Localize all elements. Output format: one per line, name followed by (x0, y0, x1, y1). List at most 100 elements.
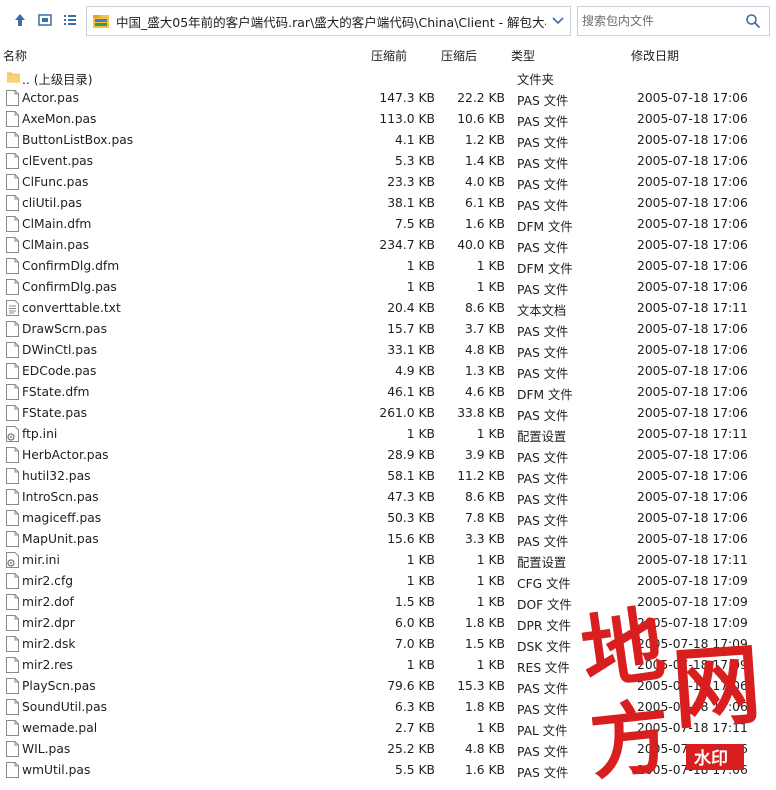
file-row[interactable]: mir2.dpr 6.0 KB 1.8 KB DPR 文件 2005-07-18 17:… (0, 613, 776, 634)
file-name: wmUtil.pas (22, 763, 91, 777)
file-row[interactable]: hutil32.pas 58.1 KB 11.2 KB PAS 文件 2005-07-1… (0, 466, 776, 487)
file-modified-date: 2005-07-18 17:06 (637, 343, 748, 357)
file-name: SoundUtil.pas (22, 700, 108, 714)
file-row[interactable]: FState.pas 261.0 KB 33.8 KB PAS 文件 2005-07-1… (0, 403, 776, 424)
arrow-up-icon[interactable] (8, 8, 32, 32)
list-icon[interactable] (58, 8, 82, 32)
file-row[interactable]: .. (上级目录) 文件夹 (0, 67, 776, 88)
file-row[interactable]: mir.ini 1 KB 1 KB 配置设置 2005-07-18 17:11 (0, 550, 776, 571)
view-icon[interactable] (33, 8, 57, 32)
file-modified-date: 2005-07-18 17:09 (637, 616, 748, 630)
file-original-size: 50.3 KB (387, 511, 435, 525)
file-name: WIL.pas (22, 742, 71, 756)
file-original-size: 33.1 KB (387, 343, 435, 357)
file-type: 文件夹 (517, 73, 554, 87)
file-original-size: 23.3 KB (387, 175, 435, 189)
file-name: mir2.res (22, 658, 73, 672)
file-icon (6, 489, 19, 505)
file-row[interactable]: Actor.pas 147.3 KB 22.2 KB PAS 文件 2005-07-18… (0, 88, 776, 109)
file-original-size: 7.5 KB (395, 217, 435, 231)
search-icon[interactable] (739, 13, 767, 29)
file-name: magiceff.pas (22, 511, 102, 525)
file-modified-date: 2005-07-18 17:06 (637, 511, 748, 525)
file-row[interactable]: MapUnit.pas 15.6 KB 3.3 KB PAS 文件 2005-07-18… (0, 529, 776, 550)
file-row[interactable]: wemade.pal 2.7 KB 1 KB PAL 文件 2005-07-18 17:… (0, 718, 776, 739)
file-icon (6, 741, 19, 757)
file-row[interactable]: converttable.txt 20.4 KB 8.6 KB 文本文档 2005-07… (0, 298, 776, 319)
file-row[interactable]: clEvent.pas 5.3 KB 1.4 KB PAS 文件 2005-07-18 … (0, 151, 776, 172)
file-row[interactable]: WIL.pas 25.2 KB 4.8 KB PAS 文件 2005-07-18 17:… (0, 739, 776, 760)
file-row[interactable]: mir2.cfg 1 KB 1 KB CFG 文件 2005-07-18 17:09 (0, 571, 776, 592)
file-compressed-size: 10.6 KB (457, 112, 505, 126)
column-compressed-size[interactable]: 压缩后 (441, 47, 477, 64)
file-row[interactable]: magiceff.pas 50.3 KB 7.8 KB PAS 文件 2005-07-1… (0, 508, 776, 529)
file-name: FState.dfm (22, 385, 90, 399)
column-type[interactable]: 类型 (511, 47, 535, 64)
file-row[interactable]: ClMain.pas 234.7 KB 40.0 KB PAS 文件 2005-07-1… (0, 235, 776, 256)
file-icon (6, 153, 19, 169)
file-row[interactable]: ButtonListBox.pas 4.1 KB 1.2 KB PAS 文件 2005-… (0, 130, 776, 151)
file-row[interactable]: ConfirmDlg.dfm 1 KB 1 KB DFM 文件 2005-07-18 1… (0, 256, 776, 277)
file-row[interactable]: mir2.dsk 7.0 KB 1.5 KB DSK 文件 2005-07-18 17:… (0, 634, 776, 655)
search-box[interactable] (577, 6, 770, 36)
file-row[interactable]: mir2.dof 1.5 KB 1 KB DOF 文件 2005-07-18 17:09 (0, 592, 776, 613)
column-name[interactable]: 名称 (3, 47, 27, 64)
address-bar[interactable]: 中国_盛大05年前的客户端代码.rar\盛大的客户端代码\China\Clien… (86, 6, 571, 36)
file-name: DWinCtl.pas (22, 343, 98, 357)
file-compressed-size: 3.9 KB (465, 448, 505, 462)
file-row[interactable]: SoundUtil.pas 6.3 KB 1.8 KB PAS 文件 2005-07-1… (0, 697, 776, 718)
file-row[interactable]: EDCode.pas 4.9 KB 1.3 KB PAS 文件 2005-07-18 1… (0, 361, 776, 382)
column-modified[interactable]: 修改日期 (631, 47, 679, 64)
file-name: mir.ini (22, 553, 60, 567)
file-compressed-size: 4.8 KB (465, 343, 505, 357)
file-icon (6, 531, 19, 547)
file-compressed-size: 1 KB (476, 280, 505, 294)
file-row[interactable]: cliUtil.pas 38.1 KB 6.1 KB PAS 文件 2005-07-18… (0, 193, 776, 214)
file-compressed-size: 15.3 KB (457, 679, 505, 693)
file-icon (6, 342, 19, 358)
file-name: ClFunc.pas (22, 175, 89, 189)
file-type: PAS 文件 (517, 178, 569, 192)
search-input[interactable] (580, 13, 739, 29)
file-row[interactable]: wmUtil.pas 5.5 KB 1.6 KB PAS 文件 2005-07-18 1… (0, 760, 776, 781)
file-compressed-size: 1.2 KB (465, 133, 505, 147)
file-name: ConfirmDlg.dfm (22, 259, 120, 273)
file-row[interactable]: ClMain.dfm 7.5 KB 1.6 KB DFM 文件 2005-07-18 1… (0, 214, 776, 235)
file-row[interactable]: PlayScn.pas 79.6 KB 15.3 KB PAS 文件 2005-07-1… (0, 676, 776, 697)
file-original-size: 1 KB (406, 259, 435, 273)
column-original-size[interactable]: 压缩前 (371, 47, 407, 64)
file-icon (6, 510, 19, 526)
file-compressed-size: 8.6 KB (465, 301, 505, 315)
file-name: ConfirmDlg.pas (22, 280, 117, 294)
file-row[interactable]: ftp.ini 1 KB 1 KB 配置设置 2005-07-18 17:11 (0, 424, 776, 445)
file-icon (6, 363, 19, 379)
file-modified-date: 2005-07-18 17:11 (637, 427, 748, 441)
file-original-size: 1 KB (406, 280, 435, 294)
file-row[interactable]: FState.dfm 46.1 KB 4.6 KB DFM 文件 2005-07-18 … (0, 382, 776, 403)
file-name: wemade.pal (22, 721, 98, 735)
file-row[interactable]: ClFunc.pas 23.3 KB 4.0 KB PAS 文件 2005-07-18 … (0, 172, 776, 193)
file-row[interactable]: ConfirmDlg.pas 1 KB 1 KB PAS 文件 2005-07-18 1… (0, 277, 776, 298)
file-modified-date: 2005-07-18 17:06 (637, 742, 748, 756)
file-modified-date: 2005-07-18 17:06 (637, 322, 748, 336)
file-name: clEvent.pas (22, 154, 94, 168)
file-icon (6, 447, 19, 463)
file-modified-date: 2005-07-18 17:06 (637, 406, 748, 420)
file-original-size: 1 KB (406, 427, 435, 441)
file-row[interactable]: DrawScrn.pas 15.7 KB 3.7 KB PAS 文件 2005-07-1… (0, 319, 776, 340)
file-row[interactable]: IntroScn.pas 47.3 KB 8.6 KB PAS 文件 2005-07-1… (0, 487, 776, 508)
file-type: PAS 文件 (517, 766, 569, 780)
file-original-size: 1 KB (406, 553, 435, 567)
file-row[interactable]: AxeMon.pas 113.0 KB 10.6 KB PAS 文件 2005-07-1… (0, 109, 776, 130)
file-row[interactable]: mir2.res 1 KB 1 KB RES 文件 2005-07-18 17:09 (0, 655, 776, 676)
file-name: HerbActor.pas (22, 448, 109, 462)
file-original-size: 38.1 KB (387, 196, 435, 210)
file-original-size: 1 KB (406, 574, 435, 588)
chevron-down-icon[interactable] (546, 7, 570, 35)
file-name: AxeMon.pas (22, 112, 97, 126)
file-icon (6, 216, 19, 232)
file-modified-date: 2005-07-18 17:06 (637, 259, 748, 273)
file-row[interactable]: DWinCtl.pas 33.1 KB 4.8 KB PAS 文件 2005-07-18… (0, 340, 776, 361)
file-row[interactable]: HerbActor.pas 28.9 KB 3.9 KB PAS 文件 2005-07-… (0, 445, 776, 466)
file-original-size: 261.0 KB (379, 406, 435, 420)
